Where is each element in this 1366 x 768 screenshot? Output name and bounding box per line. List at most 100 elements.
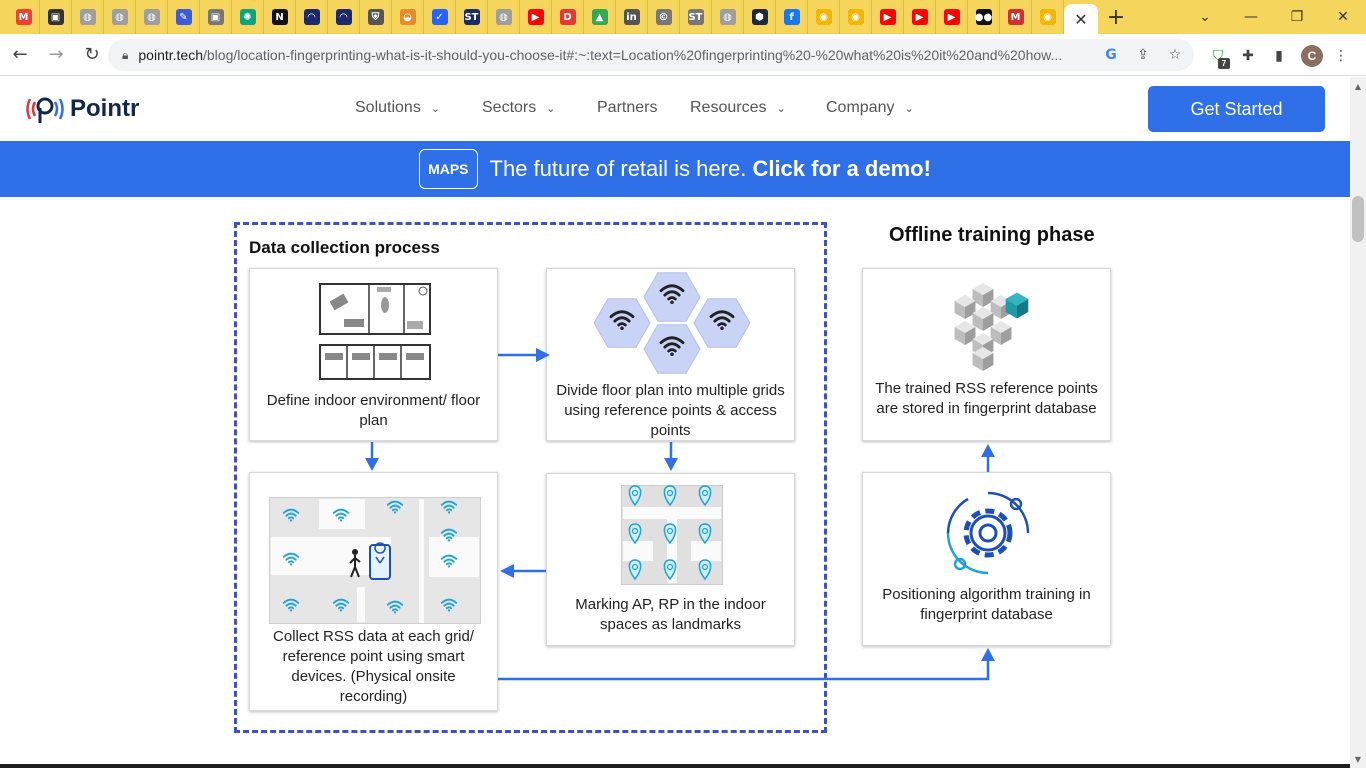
active-tab-close-icon[interactable]: ✕ — [1064, 4, 1098, 34]
m-icon: M — [1007, 9, 1024, 25]
extensions-puzzle-icon[interactable]: ✚ — [1237, 45, 1259, 67]
chatgpt-icon: ✺ — [239, 9, 256, 25]
close-window-icon[interactable]: ✕ — [1320, 0, 1366, 34]
person-icon: ▣ — [207, 9, 224, 25]
browser-tab[interactable]: ◉ — [1032, 0, 1064, 34]
browser-tab[interactable]: ◍ — [136, 0, 168, 34]
scrollbar-thumb[interactable] — [1352, 196, 1364, 242]
card-define-text: Define indoor environment/ floor plan — [266, 392, 481, 429]
shield-icon: ⛨ — [367, 9, 384, 25]
menu-kebab-icon[interactable]: ⋮ — [1330, 45, 1352, 67]
nav-partners[interactable]: Partners — [597, 99, 657, 117]
globe-icon: ◍ — [79, 9, 96, 25]
browser-tab[interactable]: N — [264, 0, 296, 34]
nav-company[interactable]: Company ⌄ — [826, 99, 914, 117]
browser-tab[interactable]: ST — [680, 0, 712, 34]
scroll-up-icon[interactable]: ▲ — [1350, 79, 1366, 93]
nav-solutions[interactable]: Solutions ⌄ — [355, 99, 440, 117]
browser-tab[interactable]: M — [8, 0, 40, 34]
pointr-logo[interactable]: Pointr — [24, 91, 139, 127]
rss-collection-map-icon — [269, 497, 481, 624]
linkedin-icon: in — [623, 9, 640, 25]
browser-tab[interactable]: ✓ — [424, 0, 456, 34]
nav-resources[interactable]: Resources ⌄ — [690, 99, 786, 117]
card-collect-rss: Collect RSS data at each grid/ reference… — [249, 472, 498, 711]
floor-plan-icon — [319, 283, 431, 380]
browser-tab[interactable]: ▣ — [200, 0, 232, 34]
smartphone-icon — [369, 542, 391, 580]
browser-tab[interactable]: ✎ — [168, 0, 200, 34]
share-icon[interactable]: ⇪ — [1134, 46, 1152, 64]
minimize-icon[interactable]: — — [1228, 0, 1274, 34]
browser-tab[interactable]: ⛨ — [360, 0, 392, 34]
forward-icon[interactable]: → — [40, 39, 72, 71]
google-icon[interactable]: G — [1102, 46, 1120, 64]
nav-sectors[interactable]: Sectors ⌄ — [482, 99, 555, 117]
browser-tab[interactable]: ⬢ — [744, 0, 776, 34]
c-circle-icon: © — [655, 9, 672, 25]
browser-tab[interactable]: ◍ — [488, 0, 520, 34]
gear-icon — [946, 491, 1030, 575]
chevron-down-icon: ⌄ — [776, 101, 786, 115]
browser-tab[interactable]: ◉ — [840, 0, 872, 34]
browser-tab[interactable]: ST — [456, 0, 488, 34]
page-scrollbar[interactable] — [1350, 77, 1366, 768]
browser-tab[interactable]: © — [648, 0, 680, 34]
browser-tab[interactable]: f — [776, 0, 808, 34]
extension-badge: 7 — [1218, 58, 1230, 69]
browser-tab[interactable]: ▲ — [584, 0, 616, 34]
arrow-head — [981, 648, 995, 661]
browser-tab[interactable]: ◍ — [712, 0, 744, 34]
scroll-down-icon[interactable]: ▼ — [1350, 752, 1366, 766]
card-divide-text: Divide floor plan into multiple grids us… — [556, 382, 785, 439]
globe-icon: ◍ — [111, 9, 128, 25]
browser-tab[interactable]: ◍ — [72, 0, 104, 34]
browser-tab[interactable]: ▶ — [520, 0, 552, 34]
cube-icon — [954, 295, 976, 319]
hex-icon: ⬢ — [751, 9, 768, 25]
nav-label: Solutions — [355, 99, 421, 116]
youtube-icon: ▶ — [879, 9, 896, 25]
banner-text: The future of retail is here. Click for … — [489, 156, 931, 181]
get-started-button[interactable]: Get Started — [1148, 86, 1325, 132]
address-bar[interactable]: 🔒︎ pointr.tech/blog/location-fingerprint… — [108, 39, 1194, 71]
browser-tab[interactable]: D — [552, 0, 584, 34]
browser-tab[interactable]: ▣ — [40, 0, 72, 34]
reload-icon[interactable]: ↻ — [76, 39, 108, 71]
browser-tab[interactable]: ◠ — [328, 0, 360, 34]
browser-tab[interactable]: ◉ — [808, 0, 840, 34]
promo-banner[interactable]: MAPS The future of retail is here. Click… — [0, 141, 1350, 197]
bookmark-star-icon[interactable]: ☆ — [1166, 46, 1184, 64]
youtube-icon: ▶ — [943, 9, 960, 25]
pointr-logo-icon — [26, 97, 64, 123]
browser-tab[interactable]: ✺ — [232, 0, 264, 34]
new-tab-button[interactable]: + — [1098, 5, 1134, 30]
banner-demo-link[interactable]: Click for a demo! — [752, 156, 930, 181]
browser-toolbar: ← → ↻ 🔒︎ pointr.tech/blog/location-finge… — [0, 34, 1366, 76]
browser-tab[interactable]: ◠ — [296, 0, 328, 34]
url-text[interactable]: pointr.tech/blog/location-fingerprinting… — [138, 47, 1088, 63]
back-icon[interactable]: ← — [4, 39, 36, 71]
tab-search-icon[interactable]: ⌄ — [1182, 0, 1228, 34]
globe-icon: ◍ — [719, 9, 736, 25]
bottom-edge — [0, 764, 1350, 768]
restore-icon[interactable]: ❐ — [1274, 0, 1320, 34]
side-panel-icon[interactable]: ▮ — [1268, 45, 1290, 67]
cube-icon — [972, 283, 994, 307]
browser-tab[interactable]: ◒ — [392, 0, 424, 34]
browser-tab[interactable]: ◍ — [104, 0, 136, 34]
nav-label: Sectors — [482, 99, 537, 116]
browser-tab[interactable]: ●● — [968, 0, 1000, 34]
tab-strip: M ▣ ◍ ◍ ◍ ✎ ▣ ✺ N ◠ ◠ ⛨ ◒ ✓ ST ◍ ▶ D ▲ in © ST ◍ ⬢ f ◉ ◉ ▶ ▶ ▶ ●● M ◉ ✕ + — [0, 0, 1366, 34]
browser-tab[interactable]: ▶ — [872, 0, 904, 34]
browser-tab[interactable]: ▶ — [904, 0, 936, 34]
browser-tab[interactable]: in — [616, 0, 648, 34]
browser-tab[interactable]: M — [1000, 0, 1032, 34]
gauge-icon: ◠ — [303, 9, 320, 25]
card-algorithm-training: Positioning algorithm training in finger… — [862, 472, 1111, 646]
nav-label: Resources — [690, 99, 767, 116]
profile-avatar[interactable]: C — [1301, 45, 1323, 67]
browser-tab[interactable]: ▶ — [936, 0, 968, 34]
lock-icon: 🔒︎ — [122, 47, 129, 62]
rainbow-icon: ◒ — [399, 9, 416, 25]
